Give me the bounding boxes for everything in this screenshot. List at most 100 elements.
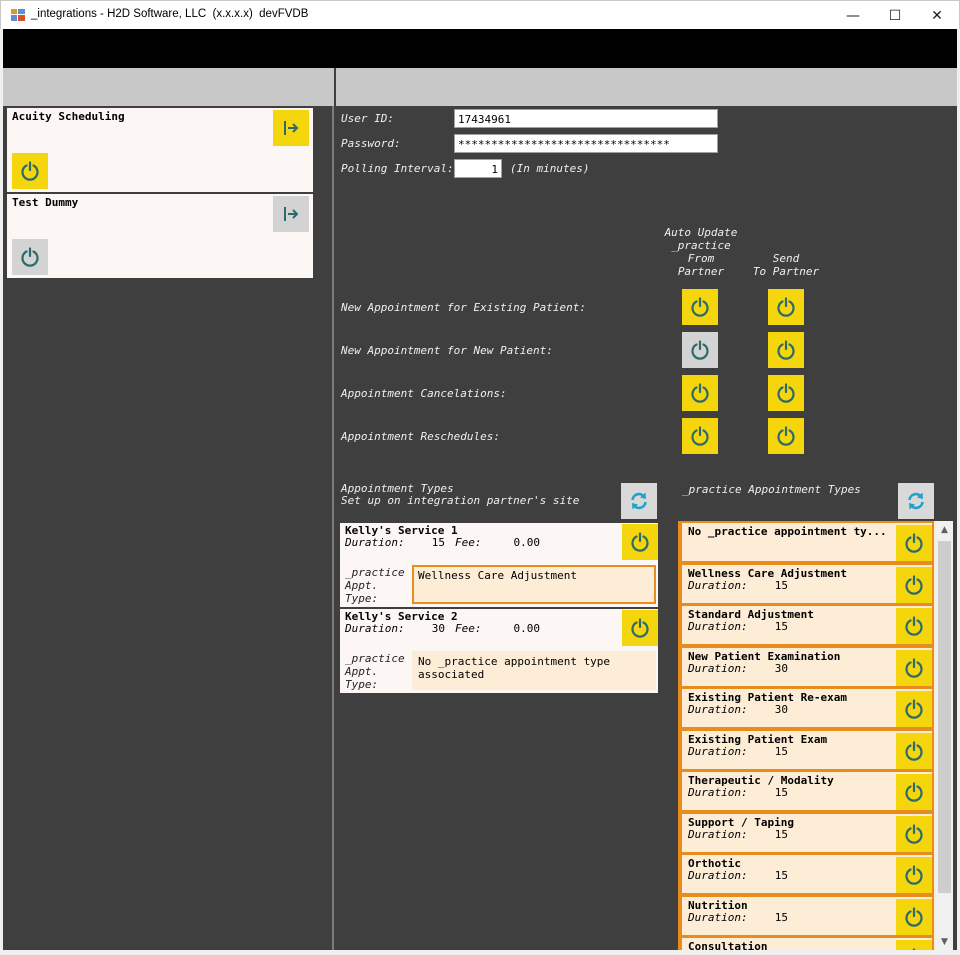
service-header: Kelly's Service 1 Duration: 15 Fee: 0.00 xyxy=(340,523,658,561)
window-titlebar: _integrations - H2D Software, LLC (x.x.x… xyxy=(0,0,960,29)
partner-appointment-type-card[interactable]: Kelly's Service 2 Duration: 30 Fee: 0.00… xyxy=(340,609,658,693)
partner-card[interactable]: Acuity Scheduling xyxy=(7,108,313,192)
user-id-label: User ID: xyxy=(341,112,394,125)
duration-label: Duration: xyxy=(688,744,748,758)
window-title: _integrations - H2D Software, LLC (x.x.x… xyxy=(31,8,309,20)
minimize-icon: — xyxy=(846,7,860,24)
power-icon xyxy=(905,657,923,678)
practice-type-toggle[interactable] xyxy=(896,691,932,727)
power-icon xyxy=(777,426,795,446)
power-icon xyxy=(691,383,709,403)
auto-update-toggle[interactable] xyxy=(682,289,718,325)
close-button[interactable]: ✕ xyxy=(915,1,959,30)
practice-type-dropzone[interactable]: Wellness Care Adjustment xyxy=(412,565,656,604)
practice-type-toggle[interactable] xyxy=(896,898,932,935)
service-enable-toggle[interactable] xyxy=(622,610,658,646)
service-enable-toggle[interactable] xyxy=(622,524,658,560)
fee-value: 0.00 xyxy=(513,622,541,635)
practice-type-item[interactable]: Consultation xyxy=(680,936,934,950)
partner-open-button[interactable] xyxy=(273,196,309,232)
sync-option-label: New Appointment for Existing Patient: xyxy=(341,301,587,314)
sync-option-label: New Appointment for New Patient: xyxy=(341,344,553,357)
service-header: Kelly's Service 2 Duration: 30 Fee: 0.00 xyxy=(340,609,658,647)
practice-type-toggle[interactable] xyxy=(896,857,932,893)
duration-label: Duration: xyxy=(688,661,748,675)
refresh-icon xyxy=(631,492,647,510)
partner-list-header xyxy=(3,68,334,106)
duration-value: 15 xyxy=(431,536,445,549)
auto-update-toggle[interactable] xyxy=(682,375,718,411)
practice-type-item[interactable]: New Patient Examination Duration: 30 xyxy=(680,645,934,688)
sync-option-label: Appointment Cancelations: xyxy=(341,387,507,400)
duration-value: 15 xyxy=(774,786,788,799)
fee-label: Fee: xyxy=(455,622,482,635)
refresh-practice-types-button[interactable] xyxy=(898,483,934,519)
send-to-partner-toggle[interactable] xyxy=(768,418,804,454)
power-icon xyxy=(631,532,649,552)
user-id-input[interactable]: 17434961 xyxy=(454,109,718,128)
practice-type-toggle[interactable] xyxy=(896,774,932,810)
practice-type-item[interactable]: Therapeutic / Modality Duration: 15 xyxy=(680,770,934,812)
refresh-appointment-types-button[interactable] xyxy=(621,483,657,519)
practice-type-toggle[interactable] xyxy=(896,649,932,686)
duration-label: Duration: xyxy=(345,622,405,635)
scroll-up-arrow-icon[interactable]: ▲ xyxy=(936,521,953,538)
practice-type-item[interactable]: Existing Patient Exam Duration: 15 xyxy=(680,728,934,771)
scroll-thumb[interactable] xyxy=(938,541,951,893)
minimize-button[interactable]: — xyxy=(831,1,875,30)
send-to-partner-toggle[interactable] xyxy=(768,289,804,325)
partner-name: Acuity Scheduling xyxy=(12,110,125,123)
partner-name: Test Dummy xyxy=(12,196,79,209)
practice-mapping: _practice Appt. Type: Wellness Care Adju… xyxy=(340,561,658,607)
practice-type-name: No _practice appointment ty... xyxy=(688,525,887,538)
duration-value: 15 xyxy=(774,620,788,633)
practice-type-toggle[interactable] xyxy=(896,608,932,644)
practice-type-name: Consultation xyxy=(688,940,768,950)
exit-arrow-icon xyxy=(284,121,299,135)
maximize-button[interactable]: ☐ xyxy=(873,1,917,30)
password-input[interactable]: ******************************** xyxy=(454,134,718,153)
scroll-down-arrow-icon[interactable]: ▼ xyxy=(936,933,953,950)
practice-type-toggle[interactable] xyxy=(896,940,932,950)
partner-open-button[interactable] xyxy=(273,110,309,146)
practice-type-item[interactable]: Nutrition Duration: 15 xyxy=(680,894,934,937)
power-icon xyxy=(912,948,916,950)
partner-enable-toggle[interactable] xyxy=(12,239,48,275)
power-icon xyxy=(777,297,795,317)
auto-update-toggle[interactable] xyxy=(682,332,718,368)
practice-type-item[interactable]: Existing Patient Re-exam Duration: 30 xyxy=(680,687,934,729)
practice-type-item[interactable]: No _practice appointment ty... xyxy=(680,521,934,563)
polling-interval-input[interactable]: 1 xyxy=(454,159,502,178)
practice-appointment-types-list[interactable]: No _practice appointment ty... Wellness C… xyxy=(678,521,952,950)
practice-type-toggle[interactable] xyxy=(896,815,932,852)
power-icon xyxy=(631,618,649,638)
partner-settings-panel: User ID: 17434961 Password: ************… xyxy=(336,68,957,950)
practice-type-item[interactable]: Support / Taping Duration: 15 xyxy=(680,811,934,854)
practice-type-label: _practice Appt. Type: xyxy=(345,566,405,605)
duration-value: 30 xyxy=(774,703,788,716)
duration-value: 30 xyxy=(774,661,788,675)
sync-option-label: Appointment Reschedules: xyxy=(341,430,500,443)
practice-type-toggle[interactable] xyxy=(896,525,932,561)
partner-appointment-type-card[interactable]: Kelly's Service 1 Duration: 15 Fee: 0.00… xyxy=(340,523,658,607)
practice-type-dropzone[interactable]: No _practice appointment type associated xyxy=(412,651,656,690)
power-icon xyxy=(905,699,923,719)
practice-type-item[interactable]: Wellness Care Adjustment Duration: 15 xyxy=(680,562,934,605)
duration-value: 30 xyxy=(431,622,445,635)
practice-type-item[interactable]: Standard Adjustment Duration: 15 xyxy=(680,604,934,646)
practice-type-item[interactable]: Orthotic Duration: 15 xyxy=(680,853,934,895)
close-icon: ✕ xyxy=(931,7,943,24)
power-icon xyxy=(777,340,795,360)
partner-list-panel: Acuity Scheduling Test Dummy xyxy=(3,68,334,950)
practice-type-toggle[interactable] xyxy=(896,566,932,603)
partner-card[interactable]: Test Dummy xyxy=(7,194,313,278)
send-to-partner-toggle[interactable] xyxy=(768,375,804,411)
practice-type-toggle[interactable] xyxy=(896,732,932,769)
maximize-icon: ☐ xyxy=(888,7,902,24)
send-to-partner-toggle[interactable] xyxy=(768,332,804,368)
power-icon xyxy=(905,533,923,553)
practice-list-scrollbar[interactable]: ▲ ▼ xyxy=(936,521,953,950)
auto-update-toggle[interactable] xyxy=(682,418,718,454)
partner-enable-toggle[interactable] xyxy=(12,153,48,189)
send-to-partner-header: Send To Partner xyxy=(752,252,820,278)
